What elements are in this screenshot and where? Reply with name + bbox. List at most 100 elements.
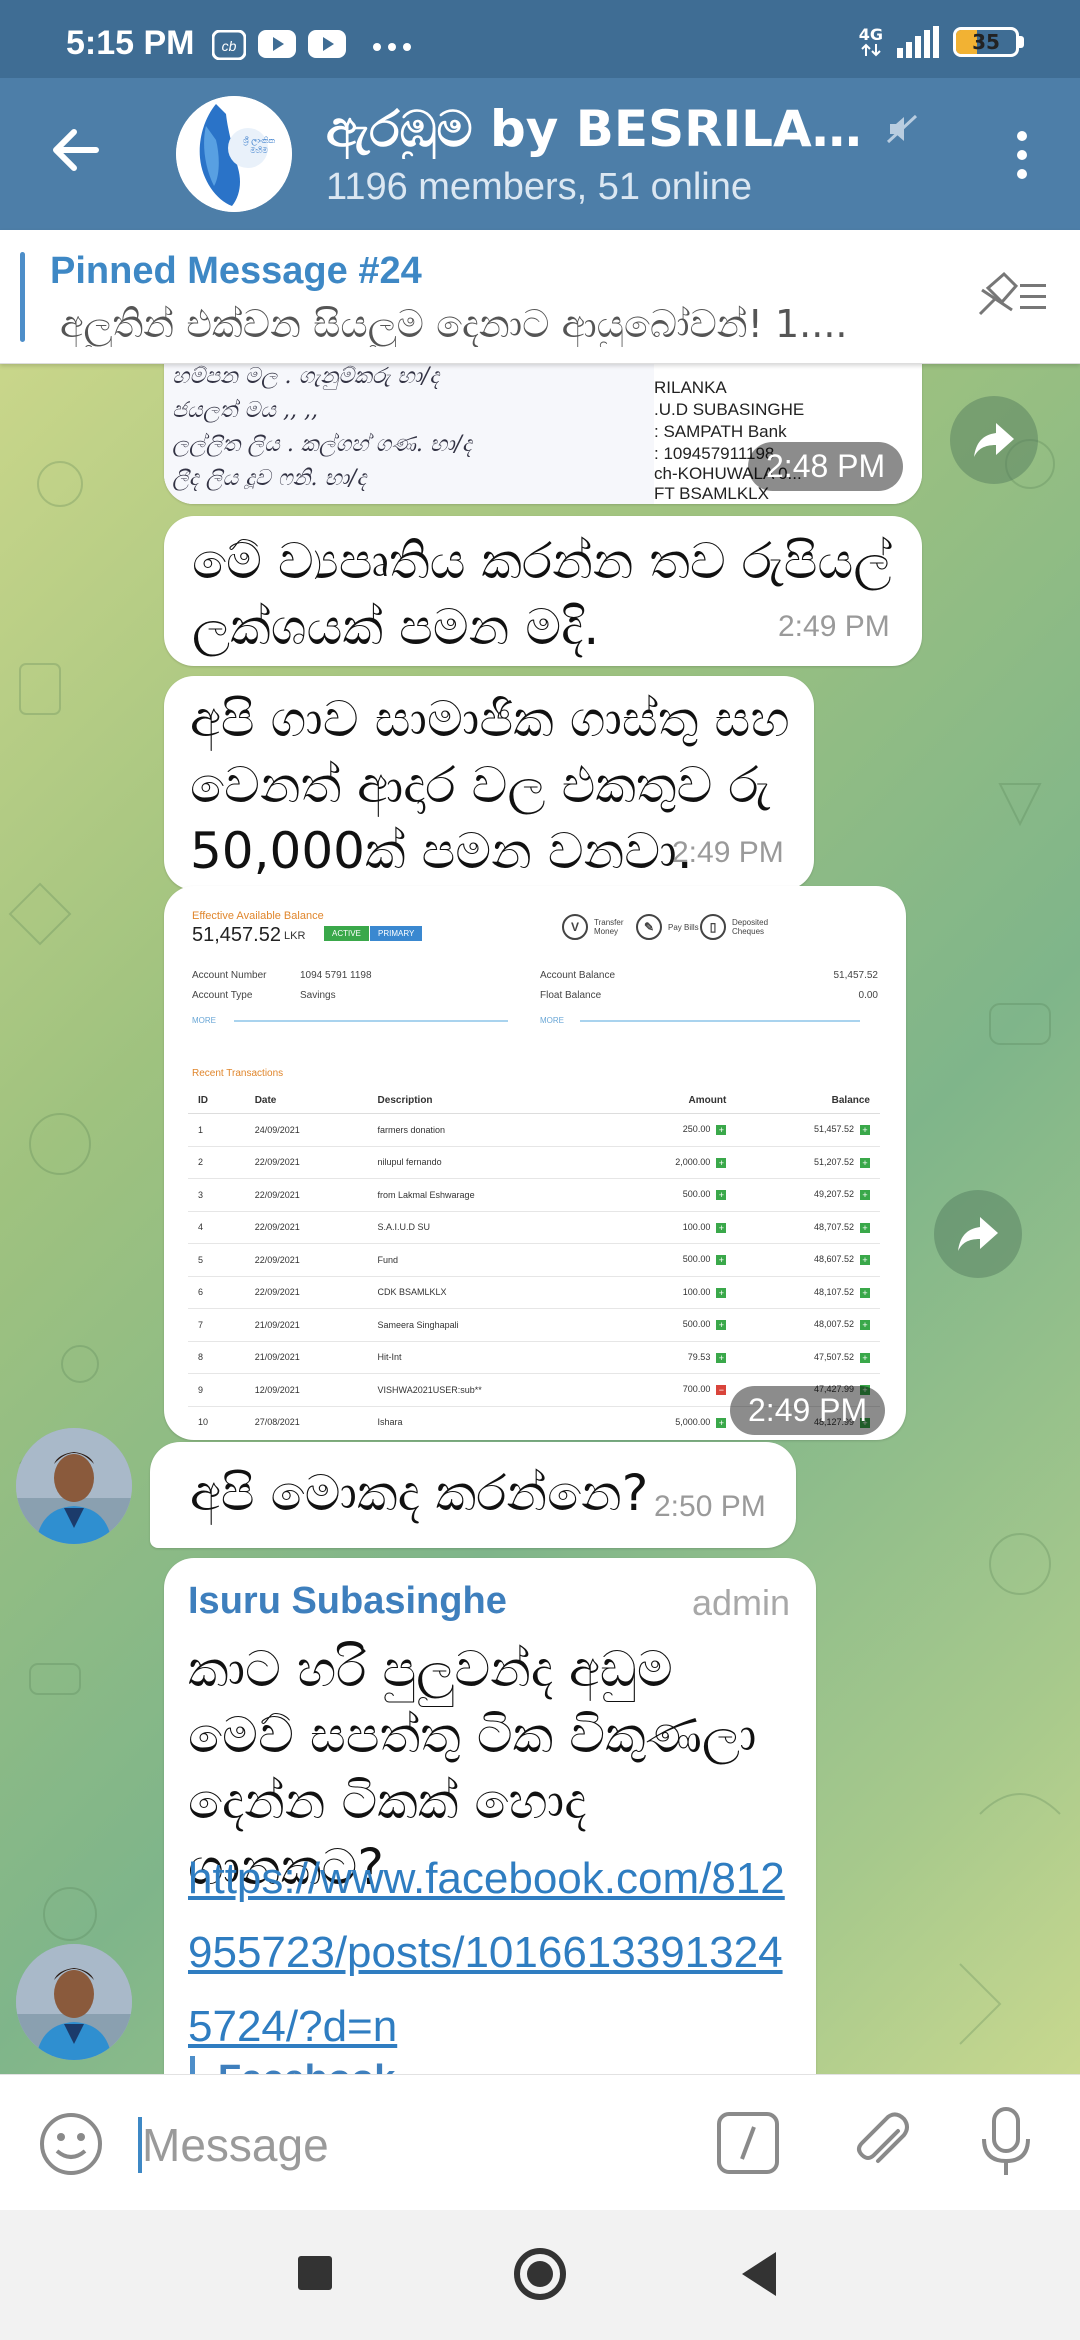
text-message[interactable]: අපි මොකද කරන්නෙ? 2:50 PM bbox=[150, 1442, 796, 1548]
row-amount-text: 700.00 bbox=[682, 1384, 711, 1395]
pinned-title: Pinned Message #24 bbox=[50, 250, 422, 292]
text-message[interactable]: මේ ව්‍යපෘතිය කරන්න තව රුපියල් ලක්ශයක් පම… bbox=[164, 516, 922, 666]
account-type: Savings bbox=[300, 990, 336, 1001]
deposited-label: Deposited Cheques bbox=[732, 918, 769, 936]
row-date: 21/09/2021 bbox=[244, 1308, 368, 1342]
row-date: 22/09/2021 bbox=[244, 1178, 368, 1212]
row-date-text: 22/09/2021 bbox=[254, 1287, 300, 1298]
group-avatar[interactable]: ශ්‍රී ලාංකික මහිම bbox=[176, 96, 292, 212]
pinned-message[interactable]: Pinned Message #24 අලුතින් එක්වන සියලුම … bbox=[0, 230, 1080, 364]
message-time: 2:49 PM bbox=[730, 1386, 886, 1435]
row-description: Hit-Int bbox=[367, 1341, 603, 1374]
user-avatar[interactable] bbox=[16, 1428, 132, 1544]
image-message[interactable]: Effective Available Balance 51,457.52 LK… bbox=[164, 886, 906, 1440]
table-row: 5 22/09/2021 Fund 500.00 +48,607.52 + bbox=[188, 1243, 880, 1277]
row-id: 7 bbox=[188, 1308, 245, 1342]
back-button[interactable] bbox=[40, 114, 112, 186]
row-description-text: VISHWA2021USER:sub** bbox=[377, 1384, 482, 1395]
row-balance-text: 48,107.52 bbox=[813, 1286, 854, 1297]
microphone-icon[interactable] bbox=[978, 2107, 1034, 2179]
message-input[interactable] bbox=[142, 2113, 642, 2177]
row-date: 27/08/2021 bbox=[244, 1406, 368, 1434]
row-balance: 51,457.52 + bbox=[736, 1113, 880, 1147]
row-balance: 48,607.52 + bbox=[736, 1243, 880, 1277]
row-description-text: CDK BSAMLKLX bbox=[377, 1287, 447, 1298]
bank-detail-line: RILANKA bbox=[654, 378, 727, 397]
battery-level: 35 bbox=[972, 30, 1000, 54]
forward-arrow-icon bbox=[974, 423, 1014, 457]
row-date-text: 22/09/2021 bbox=[254, 1254, 300, 1265]
credit-icon: + bbox=[860, 1287, 870, 1298]
row-id: 10 bbox=[188, 1406, 245, 1434]
table-row: 6 22/09/2021 CDK BSAMLKLX 100.00 +48,107.52 + bbox=[188, 1276, 880, 1309]
row-date-text: 21/09/2021 bbox=[254, 1319, 300, 1330]
credit-icon: + bbox=[860, 1190, 870, 1201]
row-description-text: Hit-Int bbox=[377, 1352, 402, 1363]
credit-icon: + bbox=[860, 1157, 870, 1168]
credit-icon: + bbox=[860, 1125, 870, 1136]
row-balance-text: 48,707.52 bbox=[813, 1221, 854, 1232]
row-description: Ishara bbox=[367, 1406, 603, 1434]
row-balance: 47,507.52 + bbox=[736, 1341, 880, 1374]
user-avatar[interactable] bbox=[16, 1944, 132, 2060]
debit-icon: − bbox=[716, 1385, 727, 1396]
credit-icon: + bbox=[716, 1157, 727, 1168]
row-id-text: 2 bbox=[198, 1157, 204, 1168]
data-arrows-icon bbox=[861, 43, 881, 57]
credit-icon: + bbox=[716, 1320, 727, 1331]
credit-icon: + bbox=[860, 1352, 870, 1363]
row-date-text: 21/09/2021 bbox=[254, 1352, 300, 1363]
sender-name[interactable]: Isuru Subasinghe bbox=[188, 1580, 507, 1623]
row-balance: 51,207.52 + bbox=[736, 1146, 880, 1179]
row-date: 22/09/2021 bbox=[244, 1243, 368, 1277]
row-description: nilupul fernando bbox=[367, 1146, 603, 1179]
row-date-text: 22/09/2021 bbox=[254, 1189, 300, 1200]
credit-icon: + bbox=[860, 1222, 870, 1233]
row-balance-text: 49,207.52 bbox=[813, 1189, 854, 1200]
pinned-indicator bbox=[20, 252, 25, 342]
account-type-label: Account Type bbox=[192, 990, 253, 1001]
image-message[interactable]: හම්පන මල . ගැනුම්කරු භා/ද ජයලත් මය ,, ,,… bbox=[164, 364, 922, 504]
row-description: from Lakmal Eshwarage bbox=[367, 1178, 603, 1212]
row-balance: 48,707.52 + bbox=[736, 1211, 880, 1244]
facebook-link[interactable]: https://www.facebook.com/812955723/posts… bbox=[188, 1842, 788, 2064]
message-time: 2:50 PM bbox=[654, 1490, 766, 1523]
balance-value: 51,457.52 bbox=[192, 924, 281, 946]
admin-message[interactable]: Isuru Subasinghe admin කාට හරි පුලුවන්ද … bbox=[164, 1558, 816, 2074]
svg-text:cb: cb bbox=[222, 38, 237, 54]
row-description-text: Sameera Singhapali bbox=[377, 1319, 459, 1330]
emoji-icon[interactable] bbox=[38, 2111, 104, 2177]
forward-button[interactable] bbox=[950, 396, 1038, 484]
table-row: 1 24/09/2021 farmers donation 250.00 +51,457… bbox=[188, 1113, 880, 1147]
column-header: Description bbox=[367, 1088, 603, 1114]
transfer-action: V Transfer Money bbox=[562, 914, 634, 940]
home-button[interactable] bbox=[514, 2248, 566, 2300]
system-back-button[interactable] bbox=[742, 2252, 776, 2296]
more-options-button[interactable] bbox=[992, 120, 1052, 190]
chat-title[interactable]: ඇරඹුම by BESRILANK... bbox=[326, 100, 886, 159]
primary-badge: PRIMARY bbox=[370, 926, 423, 941]
credit-icon: + bbox=[716, 1222, 727, 1233]
hand-line: ලීද ලිය දූව ෆනි. භා/ද bbox=[172, 466, 367, 491]
pin-list-icon[interactable] bbox=[974, 270, 1050, 320]
attach-icon[interactable] bbox=[848, 2109, 916, 2177]
bot-command-icon[interactable] bbox=[716, 2111, 780, 2175]
row-id-text: 4 bbox=[198, 1222, 204, 1233]
forward-button[interactable] bbox=[934, 1190, 1022, 1278]
row-id: 3 bbox=[188, 1178, 245, 1212]
row-id: 4 bbox=[188, 1211, 245, 1244]
credit-icon: + bbox=[860, 1320, 870, 1331]
text-message[interactable]: අපි ගාව සාමාජික ගාස්තු සහ වෙනත් ආදාර වල … bbox=[164, 676, 814, 890]
account-number: 1094 5791 1198 bbox=[300, 970, 372, 981]
bank-detail-line: .U.D SUBASINGHE bbox=[654, 400, 805, 419]
row-amount-text: 100.00 bbox=[682, 1221, 711, 1232]
link-preview-title[interactable]: Facebook bbox=[218, 2058, 395, 2074]
row-id-text: 3 bbox=[198, 1189, 204, 1200]
chat-subtitle: 1196 members, 51 online bbox=[326, 166, 752, 208]
chat-header: ශ්‍රී ලාංකික මහිම ඇරඹුම by BESRILANK... … bbox=[0, 78, 1080, 230]
credit-icon: + bbox=[716, 1190, 727, 1201]
handwritten-list: හම්පන මල . ගැනුම්කරු භා/ද ජයලත් මය ,, ,,… bbox=[164, 364, 654, 504]
chat-area[interactable]: හම්පන මල . ගැනුම්කරු භා/ද ජයලත් මය ,, ,,… bbox=[0, 364, 1080, 2074]
recent-apps-button[interactable] bbox=[298, 2256, 332, 2290]
row-id: 5 bbox=[188, 1243, 245, 1277]
